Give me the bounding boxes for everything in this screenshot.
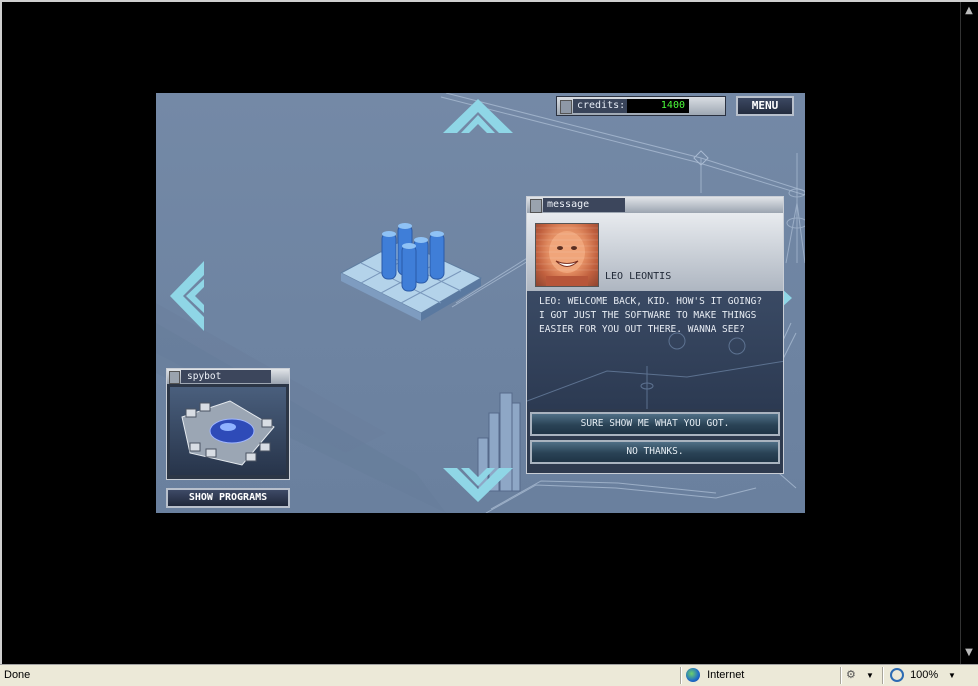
protected-mode-icon[interactable]: ⚙ bbox=[846, 668, 856, 681]
spybot-title-tab bbox=[169, 371, 180, 384]
zoom-control[interactable]: 100% bbox=[890, 668, 938, 682]
vertical-scrollbar[interactable] bbox=[960, 2, 978, 664]
credits-value: 1400 bbox=[627, 99, 689, 113]
spybot-image bbox=[170, 387, 286, 475]
message-title: message bbox=[543, 198, 625, 212]
dialogue-area: LEO: WELCOME BACK, KID. HOW'S IT GOING? … bbox=[527, 291, 783, 409]
speaker-name: LEO LEONTIS bbox=[605, 271, 672, 282]
menu-button[interactable]: MENU bbox=[736, 96, 794, 116]
status-divider bbox=[882, 667, 884, 684]
zone-label: Internet bbox=[707, 669, 745, 681]
zoom-dropdown-icon[interactable]: ▼ bbox=[948, 671, 956, 680]
protected-mode-dropdown-icon[interactable]: ▼ bbox=[866, 671, 874, 680]
window-frame-left bbox=[0, 0, 2, 664]
spybot-panel: spybot bbox=[166, 368, 290, 480]
security-zone[interactable]: Internet bbox=[686, 668, 744, 682]
nav-up-arrow-icon[interactable] bbox=[443, 99, 513, 135]
spybot-title: spybot bbox=[181, 370, 271, 383]
speaker-area: LEO LEONTIS bbox=[527, 213, 783, 291]
zoom-level: 100% bbox=[910, 669, 939, 681]
spybot-title-bar: spybot bbox=[167, 369, 289, 384]
credits-tab bbox=[560, 100, 572, 114]
server-building bbox=[339, 223, 483, 321]
globe-icon bbox=[686, 668, 700, 682]
dialogue-text: LEO: WELCOME BACK, KID. HOW'S IT GOING? … bbox=[539, 296, 763, 335]
nav-left-arrow-icon[interactable] bbox=[170, 261, 206, 331]
choice-accept-button[interactable]: SURE SHOW ME WHAT YOU GOT. bbox=[530, 412, 780, 436]
choice-decline-button[interactable]: NO THANKS. bbox=[530, 440, 780, 464]
window-frame-top bbox=[0, 0, 978, 2]
scroll-up-icon[interactable]: ▲ bbox=[962, 4, 976, 18]
message-title-bar: message bbox=[527, 197, 783, 213]
game-screen[interactable]: credits: 1400 MENU message LEO LEONTIS L… bbox=[156, 93, 805, 513]
nav-down-arrow-icon[interactable] bbox=[443, 466, 513, 502]
leo-portrait-avatar bbox=[535, 223, 599, 287]
message-panel: message LEO LEONTIS LEO: WELCOME BACK, K… bbox=[526, 196, 784, 474]
scroll-down-icon[interactable]: ▼ bbox=[962, 646, 976, 660]
status-divider bbox=[680, 667, 682, 684]
browser-status-bar: Done Internet ⚙ ▼ 100% ▼ bbox=[0, 664, 978, 686]
credits-label: credits: bbox=[573, 99, 629, 113]
credits-display: credits: 1400 bbox=[556, 96, 726, 116]
zoom-icon bbox=[890, 668, 904, 682]
message-title-tab bbox=[530, 199, 542, 213]
show-programs-button[interactable]: SHOW PROGRAMS bbox=[166, 488, 290, 508]
status-text: Done bbox=[4, 669, 31, 681]
status-divider bbox=[840, 667, 842, 684]
